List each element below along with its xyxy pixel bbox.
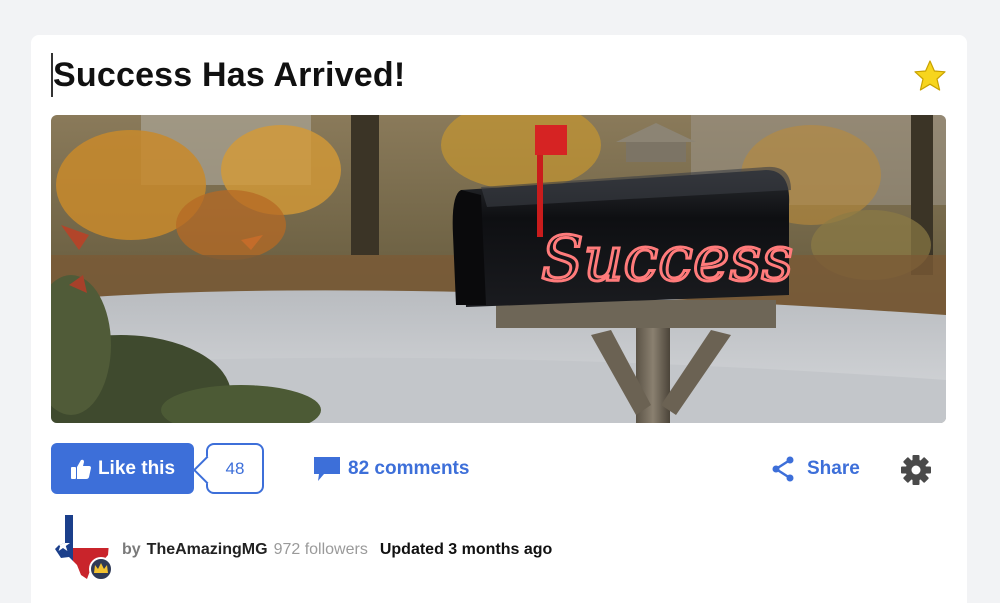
gear-icon[interactable] xyxy=(899,453,933,487)
author-name-link[interactable]: TheAmazingMG xyxy=(147,541,268,559)
share-icon xyxy=(772,456,794,482)
star-icon[interactable] xyxy=(913,59,947,93)
comments-link[interactable]: 82 comments xyxy=(312,455,469,483)
speech-bubble-icon xyxy=(314,457,340,481)
by-label: by xyxy=(122,541,141,558)
like-count: 48 xyxy=(206,443,264,494)
like-count-value: 48 xyxy=(225,458,245,478)
share-label: Share xyxy=(807,458,860,479)
mailbox-text: Success xyxy=(541,222,793,295)
comments-label: 82 comments xyxy=(348,458,470,479)
updated-time: Updated 3 months ago xyxy=(379,541,553,558)
thumbs-up-icon xyxy=(70,459,91,479)
page-title: Success Has Arrived! xyxy=(51,53,405,97)
title-row: Success Has Arrived! xyxy=(51,53,947,99)
followers-count: 972 followers xyxy=(273,541,368,558)
share-button[interactable]: Share xyxy=(771,455,860,483)
author-meta: by TheAmazingMG 972 followers Updated 3 … xyxy=(122,541,552,559)
article-card: Success Has Arrived! Success Like this 4… xyxy=(31,35,967,603)
avatar[interactable] xyxy=(51,513,115,583)
like-button[interactable]: Like this xyxy=(51,443,194,494)
like-label: Like this xyxy=(97,457,176,479)
author-row: by TheAmazingMG 972 followers Updated 3 … xyxy=(51,513,946,583)
action-bar: Like this 48 82 comments Share xyxy=(51,443,946,495)
hero-image: Success xyxy=(51,115,946,423)
